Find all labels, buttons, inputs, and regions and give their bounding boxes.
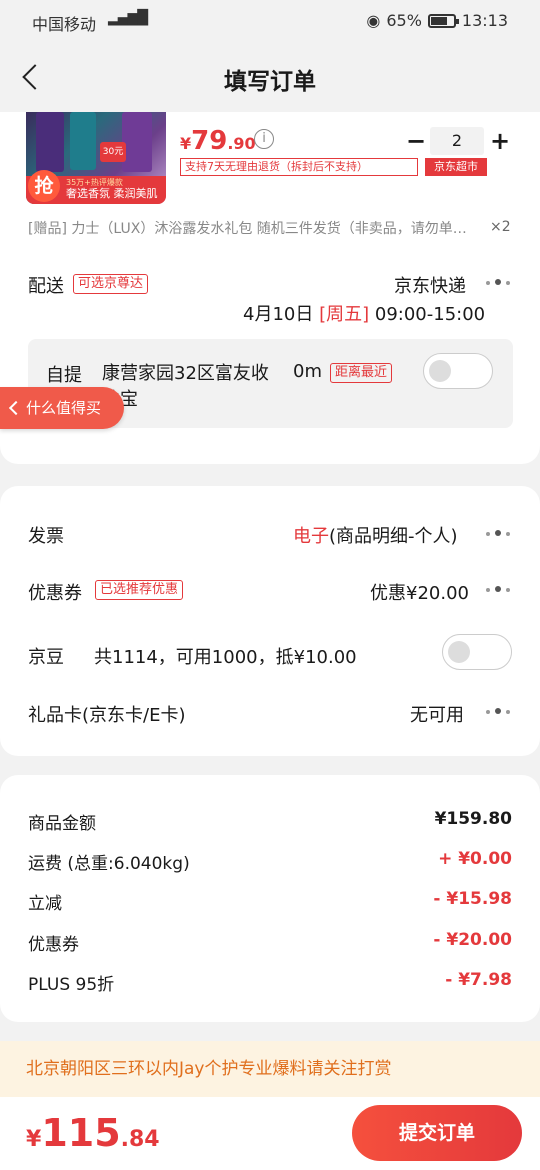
checkout-bar: ¥115.84 提交订单 <box>0 1097 540 1170</box>
summary-value: + ¥0.00 <box>438 849 512 869</box>
delivery-date-row[interactable]: 4月10日 [周五] 09:00-15:00 <box>243 300 485 326</box>
more-icon[interactable] <box>484 528 514 540</box>
bottle-shape <box>122 112 152 172</box>
jingdou-detail: 共1114，可用1000，抵¥10.00 <box>94 647 357 668</box>
invoice-value[interactable]: 电子(商品明细-个人) <box>293 522 458 548</box>
summary-value: ¥159.80 <box>434 809 512 829</box>
delivery-label: 配送 <box>28 276 64 297</box>
order-total: ¥115.84 <box>26 1111 160 1155</box>
return-policy-tag: 支持7天无理由退货（拆封后不支持） <box>180 158 418 176</box>
more-icon[interactable] <box>484 706 514 718</box>
jingdou-label: 京豆 <box>28 647 64 668</box>
product-price: ¥79.90 <box>180 126 256 156</box>
submit-order-button[interactable]: 提交订单 <box>352 1105 522 1161</box>
delivery-date: 4月10日 <box>243 304 314 325</box>
more-icon[interactable] <box>484 584 514 596</box>
jd-supermarket-tag: 京东超市 <box>425 158 487 176</box>
coupon-label: 优惠券 <box>28 583 82 604</box>
quantity-stepper: − 2 + <box>402 126 516 156</box>
coupon-value[interactable]: 优惠¥20.00 <box>370 579 469 605</box>
battery-percent: 65% <box>386 11 422 30</box>
payment-options-card: 发票 电子(商品明细-个人) 优惠券 已选推荐优惠 优惠¥20.00 京豆 共1… <box>0 486 540 756</box>
carrier-name: 中国移动 <box>32 15 97 34</box>
recommended-coupon-tag: 已选推荐优惠 <box>95 580 184 600</box>
flash-sale-badge: 抢 <box>28 170 60 202</box>
thumb-price-tag: 30元 <box>100 142 126 162</box>
increase-button[interactable]: + <box>484 127 516 155</box>
pickup-location: 康营家园32区富友收件宝 <box>102 363 269 410</box>
delivery-method[interactable]: 京东快递 <box>394 272 466 298</box>
bottle-shape <box>70 112 96 170</box>
price-decimal: .90 <box>227 134 256 153</box>
summary-value: - ¥20.00 <box>433 930 512 950</box>
thumb-slogan: 奢选香氛 柔润美肌 <box>66 187 158 200</box>
quantity-input[interactable]: 2 <box>430 127 484 155</box>
total-integer: 115 <box>41 1111 121 1155</box>
page-title: 填写订单 <box>224 69 316 95</box>
nearest-tag: 距离最近 <box>330 363 393 383</box>
more-icon[interactable] <box>484 277 514 289</box>
total-symbol: ¥ <box>26 1127 42 1152</box>
info-icon[interactable]: i <box>254 129 274 149</box>
invoice-type: 电子 <box>293 526 329 547</box>
invoice-label: 发票 <box>28 526 64 547</box>
jingzunda-tag: 可选京尊达 <box>73 274 149 294</box>
pickup-distance: 0m <box>293 361 322 382</box>
price-symbol: ¥ <box>180 134 192 153</box>
eye-icon: ◉ <box>366 11 381 30</box>
summary-label: 优惠券 <box>28 935 79 955</box>
price-summary-card: 商品金额 ¥159.80 运费 (总重:6.040kg) + ¥0.00 立减 … <box>0 775 540 1022</box>
product-thumbnail[interactable]: 30元 35万+热评爆款 奢选香氛 柔润美肌 抢 <box>26 112 166 204</box>
signal-icon: ▂▄▆█ <box>108 10 148 26</box>
status-bar: 中国移动 ▂▄▆█ ◉ 65% 13:13 <box>0 0 540 42</box>
announcement-banner[interactable]: 北京朝阳区三环以内Jay个护专业爆料请关注打赏 <box>0 1041 540 1097</box>
jingdou-toggle[interactable] <box>442 634 512 670</box>
battery-icon <box>427 13 459 28</box>
delivery-weekday: [周五] <box>319 304 370 325</box>
gift-quantity: ×2 <box>490 219 511 235</box>
pickup-toggle[interactable] <box>423 353 493 389</box>
summary-value: - ¥7.98 <box>445 970 512 990</box>
status-right: ◉ 65% 13:13 <box>366 11 508 30</box>
nav-bar: 填写订单 <box>0 42 540 112</box>
summary-label: 立减 <box>28 894 62 914</box>
clock: 13:13 <box>461 11 508 30</box>
price-integer: 79 <box>191 126 228 156</box>
gift-card-label: 礼品卡(京东卡/E卡) <box>28 705 186 726</box>
decrease-button[interactable]: − <box>402 127 430 155</box>
smzdm-float-tab[interactable]: 什么值得买 <box>0 387 124 429</box>
summary-label: 商品金额 <box>28 814 96 834</box>
summary-label: PLUS 95折 <box>28 975 115 995</box>
summary-value: - ¥15.98 <box>433 889 512 909</box>
gift-card-value[interactable]: 无可用 <box>410 701 464 727</box>
bottle-shape <box>36 112 64 172</box>
total-decimal: .84 <box>120 1127 160 1152</box>
invoice-detail: (商品明细-个人) <box>329 526 458 547</box>
pickup-label: 自提 <box>46 365 82 386</box>
summary-label: 运费 (总重:6.040kg) <box>28 854 190 874</box>
gift-item: [赠品] 力士（LUX）沐浴露发水礼包 随机三件发货（非卖品，请勿单拍） <box>28 221 478 237</box>
delivery-time: 09:00-15:00 <box>374 304 486 325</box>
